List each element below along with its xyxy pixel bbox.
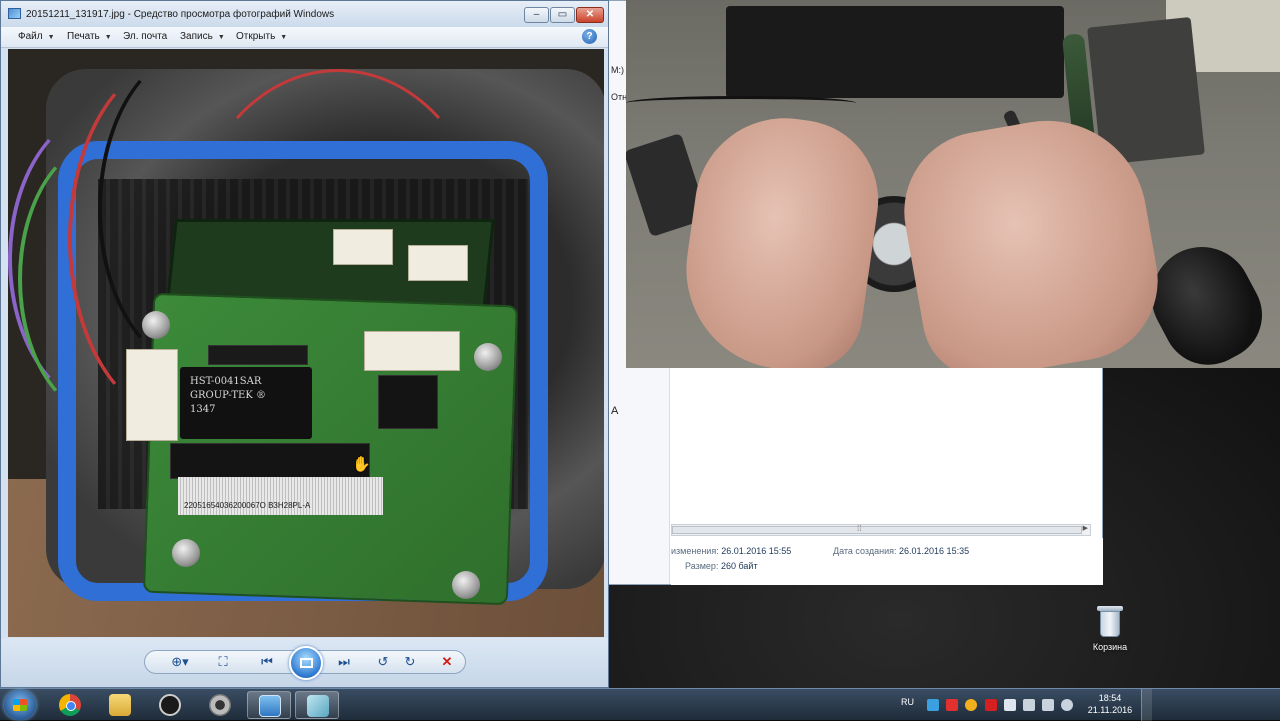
tray-volume-icon[interactable] <box>1061 699 1073 711</box>
explorer-fragment: A <box>611 405 619 417</box>
help-icon[interactable]: ? <box>582 29 597 44</box>
rotate-counterclockwise-icon[interactable]: ↺ <box>373 653 393 671</box>
taskbar-explorer[interactable] <box>98 691 142 719</box>
minimize-button[interactable]: – <box>524 7 549 23</box>
keyboard-image <box>726 6 1064 98</box>
screw <box>172 539 200 567</box>
next-icon[interactable]: ⏭ <box>334 653 354 671</box>
modified-label: изменения: <box>671 546 719 556</box>
recycle-bin[interactable]: Корзина <box>1086 604 1134 652</box>
taskbar-chrome[interactable] <box>48 691 92 719</box>
recycle-bin-icon <box>1097 604 1123 638</box>
title-bar[interactable]: 20151211_131917.jpg - Средство просмотра… <box>1 1 608 27</box>
taskbar-photo-viewer[interactable] <box>247 691 291 719</box>
rotate-clockwise-icon[interactable]: ↻ <box>400 653 420 671</box>
webcam-overlay <box>626 0 1280 368</box>
close-button[interactable]: ✕ <box>576 7 604 23</box>
barcode-text: 22051654036200067O B3H28PL-A <box>184 501 311 510</box>
taskbar: RU 18:54 21.11.2016 <box>0 688 1280 721</box>
zoom-icon[interactable]: ⊕▾ <box>167 653 193 671</box>
menu-print[interactable]: Печать ▼ <box>67 31 112 42</box>
recycle-bin-label: Корзина <box>1092 642 1128 652</box>
obs-icon <box>159 694 181 716</box>
previous-icon[interactable]: ⏮ <box>257 653 277 671</box>
wire <box>18 139 198 419</box>
clock[interactable]: 18:54 21.11.2016 <box>1085 692 1135 716</box>
menu-email[interactable]: Эл. почта <box>123 31 167 42</box>
maximize-button[interactable]: ▭ <box>550 7 575 23</box>
photo-display[interactable]: HST-0041SAR GROUP-TEK ® 1347 22051654036… <box>8 49 604 637</box>
photo-viewer-app-icon <box>8 8 21 19</box>
modified-date: изменения: 26.01.2016 15:55 <box>671 546 791 556</box>
tray-app-icon[interactable] <box>946 699 958 711</box>
start-button[interactable] <box>4 690 36 720</box>
window-title: 20151211_131917.jpg - Средство просмотра… <box>26 9 335 20</box>
clock-date: 21.11.2016 <box>1087 705 1133 715</box>
explorer-fragment: M:) <box>611 65 624 75</box>
desktop: M:) Отн A ⁞⁞ ▶ изменения: 26.01.2016 15:… <box>0 0 1280 688</box>
tray-app-icon[interactable] <box>985 699 997 711</box>
tray-network-icon[interactable] <box>1042 699 1054 711</box>
taskbar-webcam[interactable] <box>198 691 242 719</box>
scrollbar-thumb[interactable] <box>672 526 1082 534</box>
barcode-sticker: 22051654036200067O B3H28PL-A <box>178 477 383 515</box>
explorer-fragment: Отн <box>611 92 628 102</box>
viewer-toolbar: ⊕▾ ⛶ ⏮ ⏭ ↺ ↻ ✕ <box>1 638 608 687</box>
taskbar-obs[interactable] <box>148 691 192 719</box>
chevron-down-icon: ▼ <box>47 34 55 41</box>
chevron-down-icon: ▼ <box>217 34 225 41</box>
photo-viewer-window: 20151211_131917.jpg - Средство просмотра… <box>0 0 609 688</box>
screw <box>474 343 502 371</box>
tray-app-icon[interactable] <box>1004 699 1016 711</box>
language-indicator[interactable]: RU <box>901 697 914 707</box>
file-size: Размер: 260 байт <box>685 561 758 571</box>
webcam-icon <box>209 694 231 716</box>
app-icon <box>307 695 329 717</box>
created-label: Дата создания: <box>833 546 897 556</box>
chip <box>170 443 370 479</box>
size-value: 260 байт <box>720 561 758 571</box>
clock-time: 18:54 <box>1098 693 1122 703</box>
menu-file[interactable]: Файл ▼ <box>18 31 55 42</box>
slideshow-icon[interactable] <box>289 646 323 680</box>
chevron-down-icon: ▼ <box>280 34 288 41</box>
delete-icon[interactable]: ✕ <box>437 653 457 671</box>
scrollbar-grip-icon: ⁞⁞ <box>857 524 862 533</box>
details-pane: изменения: 26.01.2016 15:55 Дата создани… <box>671 538 1103 585</box>
windows-logo-icon <box>13 699 27 711</box>
tray-flag-icon[interactable] <box>1023 699 1035 711</box>
fit-to-window-icon[interactable]: ⛶ <box>213 653 233 671</box>
wire <box>188 69 488 429</box>
modified-value: 26.01.2016 15:55 <box>721 546 792 556</box>
tray-app-icon[interactable] <box>965 699 977 711</box>
size-label: Размер: <box>685 561 719 571</box>
menu-bar: Файл ▼ Печать ▼ Эл. почта Запись ▼ Открыть ▼… <box>1 27 608 48</box>
created-value: 26.01.2016 15:35 <box>899 546 970 556</box>
explorer-icon <box>109 694 131 716</box>
chrome-icon <box>59 694 81 716</box>
show-desktop-button[interactable] <box>1141 689 1152 721</box>
screw <box>452 571 480 599</box>
menu-open[interactable]: Открыть ▼ <box>236 31 287 42</box>
taskbar-app[interactable] <box>295 691 339 719</box>
cable-image <box>626 96 856 110</box>
hand-cursor-icon: ✋ <box>352 456 371 473</box>
photo-viewer-icon <box>259 695 281 717</box>
menu-burn[interactable]: Запись ▼ <box>180 31 225 42</box>
created-date: Дата создания: 26.01.2016 15:35 <box>833 546 969 556</box>
horizontal-scrollbar[interactable]: ⁞⁞ ▶ <box>671 524 1091 536</box>
scroll-right-icon[interactable]: ▶ <box>1083 524 1088 532</box>
left-hand-image <box>673 106 889 368</box>
chevron-down-icon: ▼ <box>104 34 112 41</box>
tray-network-icon[interactable] <box>927 699 939 711</box>
